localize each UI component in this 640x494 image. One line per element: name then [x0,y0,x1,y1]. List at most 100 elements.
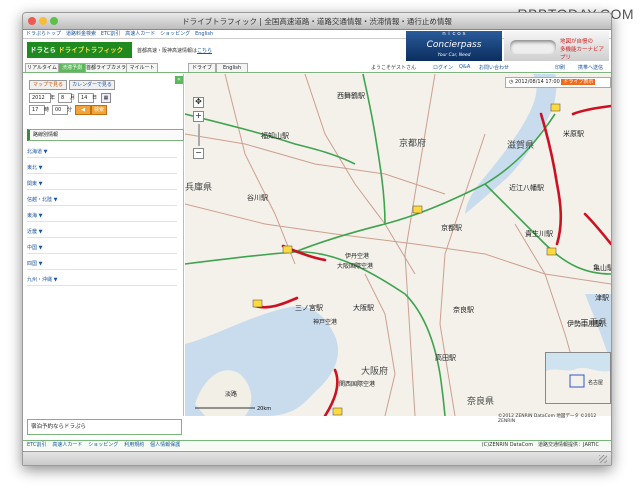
zoom-out-button[interactable]: − [193,148,204,159]
ad-banner-concierpass[interactable]: ｎｉｃｏｓ Concierpass Your Car, Need [406,31,502,61]
jam-marker-icon [252,299,263,308]
year-input[interactable]: 2012 [29,93,51,103]
footer-link[interactable]: 高速人カード [52,442,82,448]
region-label: 東海 [27,213,38,219]
status-bar [23,451,611,465]
map-label: 京都府 [399,137,426,149]
jam-marker-icon [550,103,561,112]
print-link[interactable]: 印刷 [555,64,565,71]
ad2-text: 地図が自慢の [560,39,594,45]
contact-link[interactable]: お問い合わせ [479,64,509,71]
hour-unit: 時 [44,107,50,113]
minute-unit: 分 [67,107,73,113]
topnav-link[interactable]: ショッピング [160,31,190,37]
map-label: 滋賀県 [507,139,534,151]
scale-label: 20km [257,406,271,412]
map-label: 伊丹空港 [345,252,369,260]
collapse-icon[interactable]: « [175,76,183,84]
welcome-text: ようこそゲストさん [371,65,417,71]
ad1-small: ｎｉｃｏｓ [441,31,467,37]
chevron-down-icon: ▼ [38,213,43,219]
topnav-link[interactable]: English [195,31,213,37]
map-time-button[interactable]: ドライブ表示 [561,79,596,85]
chevron-down-icon: ▼ [38,165,43,171]
hour-input[interactable]: 17 [29,105,45,115]
main-tabs: リアルタイム 渋滞予測 首都ライブカメラ マイルート ドライブ English [23,63,611,73]
region-label: 四国 [27,261,38,267]
region-kyushu[interactable]: 九州・沖縄 ▼ [27,275,177,286]
route-panel-header: 路線別情報 [27,129,184,141]
region-tohoku[interactable]: 東北 ▼ [27,163,177,174]
search-button[interactable]: 検索 [91,105,107,115]
map-label: 奈良駅 [453,305,474,314]
region-shikoku[interactable]: 四国 ▼ [27,259,177,270]
calendar-icon[interactable]: ▦ [101,93,111,103]
ad1-sub: Your Car, Need [437,53,471,58]
topnav-link[interactable]: ドラぷらトップ [26,31,61,37]
chevron-down-icon: ▼ [53,277,58,283]
region-label: 中国 [27,245,38,251]
tab-drive[interactable]: ドライブ [188,63,216,72]
footer-link[interactable]: 個人情報保護 [150,442,180,448]
logo-sub: ドライブトラフィック [58,46,124,54]
map-view-button[interactable]: マップで見る [29,80,67,90]
region-hokkaido[interactable]: 北海道 ▼ [27,147,177,158]
topnav-link[interactable]: ETC割引 [101,31,120,37]
year-unit: 年 [50,95,56,101]
map-label: 大阪駅 [353,303,374,312]
footer-link[interactable]: ショッピング [88,442,118,448]
ad-banner-navi[interactable]: 地図が自慢の 多機能カーナビアプリ [504,31,609,61]
tab-english[interactable]: English [216,63,248,72]
window-title: ドライブトラフィック | 全国高速道路・道路交通情報・渋滞情報・通行止め情報 [182,17,452,26]
minute-input[interactable]: 00 [52,105,68,115]
region-label: 北海道 [27,149,43,155]
qa-link[interactable]: Q&A [459,64,470,70]
topnav-link[interactable]: 高速人カード [125,31,155,37]
map-label: 伊勢中川駅 [567,319,602,328]
region-label: 東北 [27,165,38,171]
zoom-slider[interactable] [198,124,200,146]
tab-forecast[interactable]: 渋滞予測 [58,63,86,72]
map-label: 貴生川駅 [525,229,553,238]
map-label: 淡路 [225,390,237,398]
minimap-canvas [546,367,610,403]
map-label: 奈良県 [467,395,494,407]
intro-label: 首都高速・阪神高速情報は [137,48,198,54]
topnav-link[interactable]: 道路料金検索 [66,31,96,37]
mobile-link[interactable]: 携帯へ送信 [578,64,603,71]
title-bar: ドライブトラフィック | 全国高速道路・道路交通情報・渋滞情報・通行止め情報 [23,13,611,30]
jam-marker-icon [412,205,423,214]
resize-grip-icon[interactable] [599,455,607,463]
tab-realtime[interactable]: リアルタイム [25,63,59,72]
overview-minimap[interactable]: 名古屋 [545,352,611,404]
prev-time-button[interactable]: ◀ [75,105,91,115]
car-image [510,40,556,54]
region-shinetsu[interactable]: 信越・北陸 ▼ [27,195,177,206]
tab-mylist[interactable]: マイルート [126,63,158,72]
calendar-view-button[interactable]: カレンダーで見る [69,80,115,90]
map-label: 大阪府 [361,365,388,377]
browser-window: ドライブトラフィック | 全国高速道路・道路交通情報・渋滞情報・通行止め情報 ド… [22,12,612,466]
map-label: 近江八幡駅 [509,183,544,192]
chevron-down-icon: ▼ [53,197,58,203]
map-label: 米原駅 [563,129,584,138]
login-link[interactable]: ログイン [433,64,453,71]
minimap-label: 名古屋 [588,380,604,386]
region-tokai[interactable]: 東海 ▼ [27,211,177,222]
chevron-down-icon: ▼ [38,229,43,235]
footer-link[interactable]: ETC割引 [27,442,46,448]
ad1-main: Concierpass [426,40,482,50]
month-unit: 月 [70,95,76,101]
footer-link[interactable]: 利用規約 [124,442,144,448]
map-label: 大阪国際空港 [337,262,373,270]
site-logo[interactable]: ドラとら ドライブトラフィック [27,42,132,58]
pan-icon[interactable]: ✥ [193,97,204,108]
intro-link[interactable]: こちら [197,48,212,54]
region-kanto[interactable]: 関東 ▼ [27,179,177,190]
region-kinki[interactable]: 近畿 ▼ [27,227,177,238]
map-time-label: 2012/08/14 17:00 [514,79,560,85]
footer-ad-banner[interactable]: 宿泊予約ならドラぷら [27,419,182,435]
region-chugoku[interactable]: 中国 ▼ [27,243,177,254]
tab-cams[interactable]: 首都ライブカメラ [85,63,127,72]
zoom-in-button[interactable]: + [193,111,204,122]
